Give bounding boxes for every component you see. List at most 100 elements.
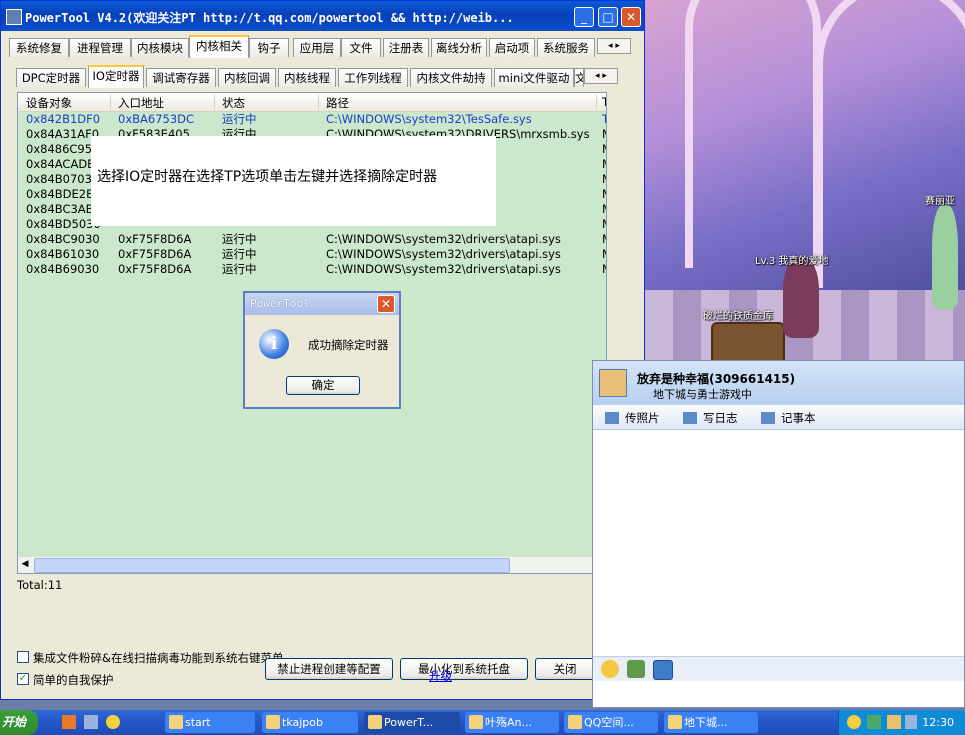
write-log-label: 写日志 (703, 411, 738, 425)
notepad-button[interactable]: 记事本 (761, 410, 816, 426)
tab-system-repair[interactable]: 系统修复 (9, 38, 69, 57)
upgrade-link[interactable]: 升级 (429, 668, 452, 684)
qq-toolbar: 传照片 写日志 记事本 (593, 405, 964, 430)
cell-device-object: 0x842B1DF0 (26, 112, 101, 126)
self-protect-checkbox[interactable]: ✓ (17, 673, 29, 685)
subtab-mini-filter-driver[interactable]: mini文件驱动 (494, 68, 574, 87)
tab-process-manager[interactable]: 进程管理 (69, 38, 131, 57)
subtab-dpc-timer[interactable]: DPC定时器 (16, 68, 86, 87)
volume-icon[interactable] (905, 715, 917, 729)
dialog-title: PowerTool (250, 297, 310, 310)
scroll-thumb[interactable] (34, 558, 510, 573)
sub-tab-scroll[interactable]: ◂ ▸ (584, 68, 618, 84)
tab-kernel-modules[interactable]: 内核模块 (131, 38, 189, 57)
info-icon: i (259, 329, 289, 359)
cell-extra: M (602, 127, 606, 142)
scroll-left-icon[interactable]: ◀ (18, 557, 32, 572)
subtab-worker-threads[interactable]: 工作列线程 (338, 68, 408, 87)
taskbar-item[interactable]: start (165, 712, 255, 733)
cell-path: C:\WINDOWS\system32\drivers\atapi.sys (326, 232, 561, 246)
table-row[interactable]: 0x84B61030 0xF75F8D6A 运行中 C:\WINDOWS\system… (18, 247, 606, 262)
tab-kernel-related[interactable]: 内核相关 (189, 35, 249, 58)
cell-status: 运行中 (222, 232, 257, 246)
dialog-message: 成功摘除定时器 (308, 338, 389, 352)
subtab-io-timer[interactable]: IO定时器 (88, 65, 144, 88)
screenshot-icon[interactable] (653, 660, 673, 680)
app-icon (266, 715, 280, 729)
close-app-button[interactable]: 关闭 (535, 658, 595, 680)
taskbar-item[interactable]: 地下城... (664, 712, 758, 733)
game-chest (711, 322, 785, 360)
cell-entry-address: 0xF75F8D6A (118, 232, 192, 246)
sub-tab-row: DPC定时器 IO定时器 调试寄存器 内核回调 内核线程 工作列线程 内核文件劫… (16, 65, 618, 88)
qq-input-toolbar (593, 656, 964, 681)
subtab-kernel-callbacks[interactable]: 内核回调 (218, 68, 276, 87)
block-process-button[interactable]: 禁止进程创建等配置 (265, 658, 393, 680)
title-bar[interactable]: PowerTool V4.2(欢迎关注PT http://t.qq.com/po… (1, 1, 644, 31)
dialog-ok-button[interactable]: 确定 (286, 376, 360, 395)
cell-device-object: 0x84B61030 (26, 247, 100, 261)
tab-hooks[interactable]: 钩子 (249, 38, 289, 57)
app-icon (469, 715, 483, 729)
subtab-kernel-file-hijack[interactable]: 内核文件劫持 (410, 68, 492, 87)
subtab-kernel-threads[interactable]: 内核线程 (278, 68, 336, 87)
cell-device-object: 0x84ACADB (26, 157, 96, 171)
shell-menu-checkbox[interactable] (17, 651, 29, 663)
maximize-button[interactable]: □ (598, 7, 618, 27)
cell-extra: M (602, 187, 606, 202)
qq-header: 放弃是种幸福(309661415) 地下城与勇士游戏中 (593, 361, 964, 405)
cell-entry-address: 0xBA6753DC (118, 112, 195, 126)
folder-icon (169, 715, 183, 729)
notepad-label: 记事本 (781, 411, 816, 425)
taskbar-item-active[interactable]: PowerT... (364, 712, 460, 733)
subtab-more[interactable]: 文 (574, 68, 584, 87)
dialog-title-bar[interactable]: PowerTool ✕ (245, 293, 399, 315)
column-entry-address[interactable]: 入口地址 (118, 95, 215, 110)
cell-extra: M (602, 142, 606, 157)
taskbar-item-label: 地下城... (684, 716, 728, 729)
cell-device-object: 0x84BC3AB8 (26, 202, 101, 216)
start-button[interactable]: 开始 (0, 710, 38, 735)
column-extra[interactable]: T (602, 95, 606, 109)
upload-photo-button[interactable]: 传照片 (605, 410, 660, 426)
tab-offline-analysis[interactable]: 离线分析 (431, 38, 487, 57)
column-path[interactable]: 路径 (326, 95, 597, 110)
minimize-to-tray-button[interactable]: 最小化到系统托盘 (400, 658, 528, 680)
cell-device-object: 0x84A31AF0 (26, 127, 100, 141)
avatar[interactable] (599, 369, 627, 397)
close-button[interactable]: ✕ (621, 7, 641, 27)
main-tab-scroll[interactable]: ◂ ▸ (597, 38, 631, 54)
cell-device-object: 0x84B0703C (26, 172, 100, 186)
horizontal-scrollbar[interactable]: ◀ ▶ (18, 557, 606, 573)
tab-app-layer[interactable]: 应用层 (293, 38, 341, 57)
image-icon[interactable] (627, 660, 645, 678)
clock: 12:30 (922, 716, 954, 729)
message-dialog: PowerTool ✕ i 成功摘除定时器 确定 (243, 291, 401, 409)
tab-registry[interactable]: 注册表 (383, 38, 429, 57)
taskbar-item[interactable]: tkajpob (262, 712, 358, 733)
quicklaunch-icon[interactable] (84, 715, 98, 729)
quicklaunch-icon[interactable] (62, 715, 76, 729)
minimize-button[interactable]: _ (574, 7, 594, 27)
column-device-object[interactable]: 设备对象 (26, 95, 111, 110)
write-log-button[interactable]: 写日志 (683, 410, 738, 426)
cell-extra: M (602, 262, 606, 277)
qq-quicklaunch-icon[interactable] (106, 715, 120, 729)
table-row[interactable]: 0x842B1DF0 0xBA6753DC 运行中 C:\WINDOWS\system… (18, 112, 606, 127)
tab-system-services[interactable]: 系统服务 (537, 38, 595, 57)
table-row[interactable]: 0x84BC9030 0xF75F8D6A 运行中 C:\WINDOWS\system… (18, 232, 606, 247)
qq-tray-icon[interactable] (847, 715, 861, 729)
tab-startup[interactable]: 启动项 (489, 38, 535, 57)
npc-name-label: 赛丽亚 (925, 196, 955, 207)
tab-files[interactable]: 文件 (341, 38, 381, 57)
dialog-close-button[interactable]: ✕ (377, 295, 395, 313)
emoji-icon[interactable] (601, 660, 619, 678)
self-protect-label: 简单的自我保护 (33, 673, 114, 687)
taskbar-item[interactable]: 叶殇An... (465, 712, 559, 733)
column-status[interactable]: 状态 (222, 95, 319, 110)
tray-icon[interactable] (867, 715, 881, 729)
table-row[interactable]: 0x84B69030 0xF75F8D6A 运行中 C:\WINDOWS\system… (18, 262, 606, 277)
subtab-debug-registers[interactable]: 调试寄存器 (146, 68, 216, 87)
tray-icon[interactable] (887, 715, 901, 729)
taskbar-item[interactable]: QQ空间... (564, 712, 658, 733)
